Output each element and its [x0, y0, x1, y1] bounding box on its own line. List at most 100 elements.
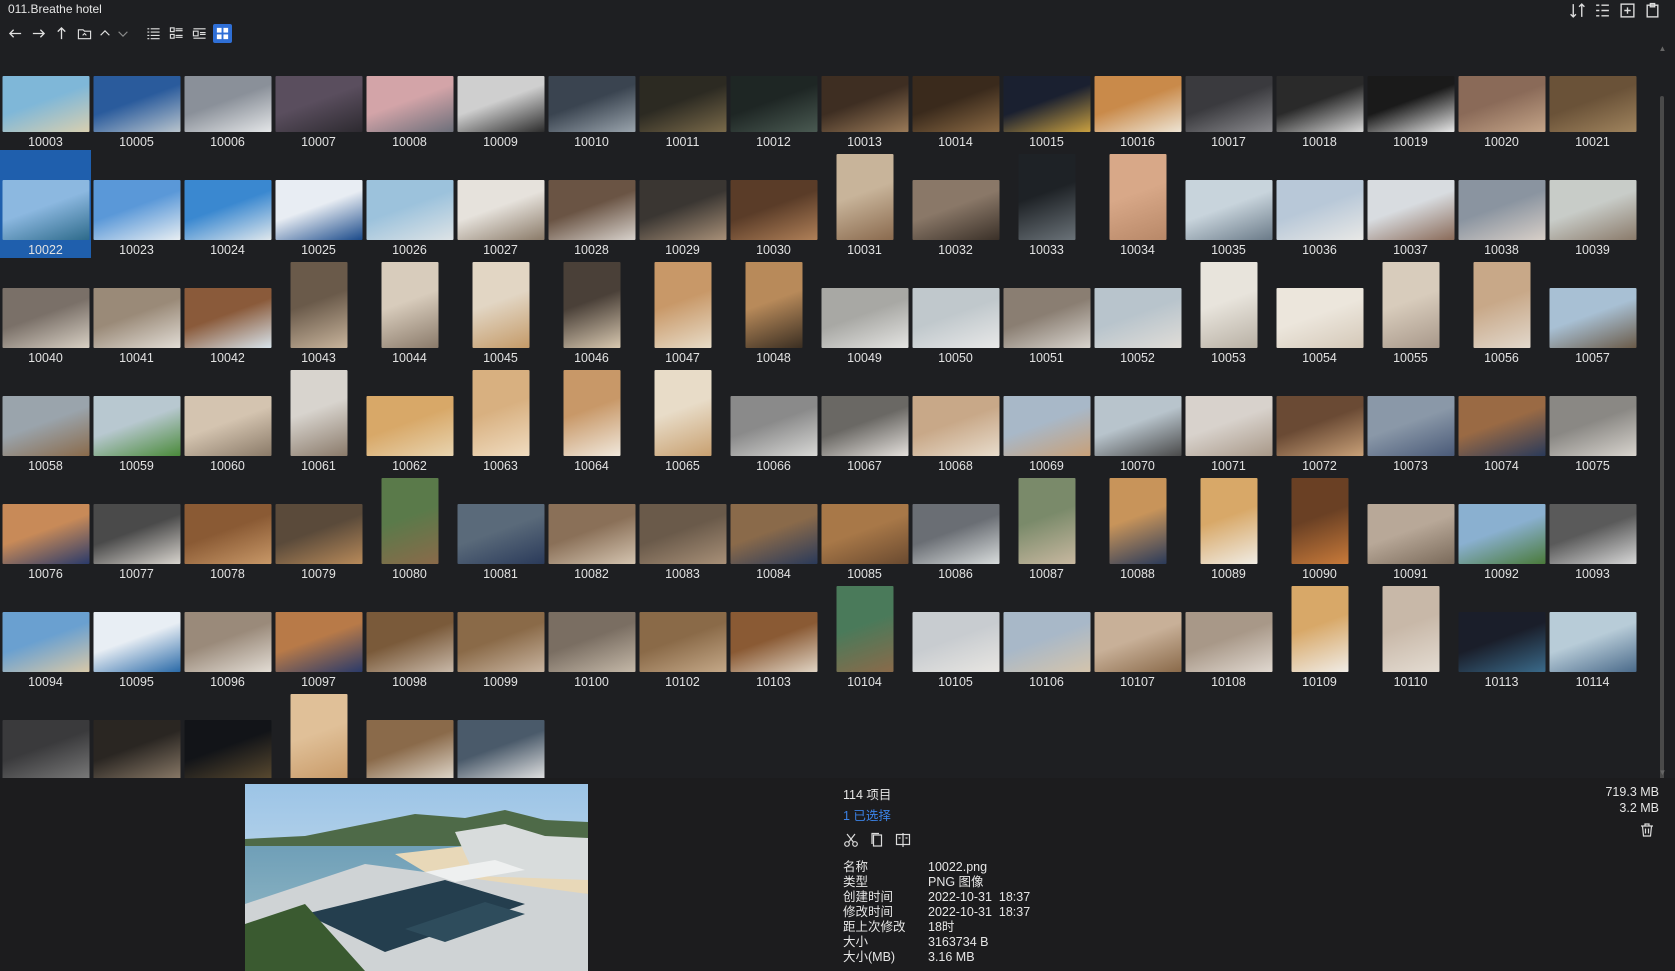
thumbnail-item[interactable]: 10042: [182, 258, 273, 366]
selected-count[interactable]: 1 已选择: [843, 805, 1243, 824]
thumbnail-item[interactable]: 10117: [182, 690, 273, 778]
thumbnail-item[interactable]: 10080: [364, 474, 455, 582]
thumbnail-item[interactable]: 10114: [1547, 582, 1638, 690]
back-button[interactable]: [6, 24, 25, 43]
thumbnail-item[interactable]: 10105: [910, 582, 1001, 690]
thumbnail-item[interactable]: 10051: [1001, 258, 1092, 366]
scrollbar-thumb[interactable]: [1660, 96, 1664, 796]
thumbnail-item[interactable]: 10110: [1365, 582, 1456, 690]
compare-icon[interactable]: [895, 832, 911, 848]
thumbnail-item[interactable]: 10022: [0, 150, 91, 258]
thumbnail-item[interactable]: 10093: [1547, 474, 1638, 582]
copy-icon[interactable]: [869, 832, 885, 848]
thumbnail-item[interactable]: 10065: [637, 366, 728, 474]
thumbnail-item[interactable]: 10011: [637, 44, 728, 150]
thumbnail-item[interactable]: 10014: [910, 44, 1001, 150]
thumbnail-item[interactable]: 10076: [0, 474, 91, 582]
vertical-scrollbar[interactable]: ▲ ▼: [1658, 44, 1667, 796]
thumbnail-item[interactable]: 10034: [1092, 150, 1183, 258]
thumbnail-item[interactable]: 10017: [1183, 44, 1274, 150]
thumbnail-item[interactable]: 10057: [1547, 258, 1638, 366]
thumbnail-item[interactable]: 10064: [546, 366, 637, 474]
thumbnail-item[interactable]: 10092: [1456, 474, 1547, 582]
tile-view-button[interactable]: [190, 24, 209, 43]
thumbnail-item[interactable]: 10027: [455, 150, 546, 258]
thumbnail-item[interactable]: 10083: [637, 474, 728, 582]
thumbnail-item[interactable]: 10045: [455, 258, 546, 366]
thumbnail-item[interactable]: 10010: [546, 44, 637, 150]
thumbnail-item[interactable]: 10091: [1365, 474, 1456, 582]
thumbnail-item[interactable]: 10066: [728, 366, 819, 474]
clipboard-icon[interactable]: [1644, 2, 1661, 19]
thumbnail-item[interactable]: 10012: [728, 44, 819, 150]
thumbnail-item[interactable]: 10032: [910, 150, 1001, 258]
thumbnail-item[interactable]: 10073: [1365, 366, 1456, 474]
thumbnail-item[interactable]: 10023: [91, 150, 182, 258]
thumbnail-item[interactable]: 10029: [637, 150, 728, 258]
thumbnail-item[interactable]: 10119: [364, 690, 455, 778]
chevron-down-button[interactable]: [116, 24, 130, 43]
thumbnail-item[interactable]: 10050: [910, 258, 1001, 366]
sort-icon[interactable]: [1569, 2, 1586, 19]
thumbnail-item[interactable]: 10040: [0, 258, 91, 366]
thumbnail-item[interactable]: 10059: [91, 366, 182, 474]
thumbnail-item[interactable]: 10046: [546, 258, 637, 366]
thumbnail-item[interactable]: 10109: [1274, 582, 1365, 690]
chevron-up-button[interactable]: [98, 24, 112, 43]
thumbnail-item[interactable]: 10108: [1183, 582, 1274, 690]
thumbnail-item[interactable]: 10013: [819, 44, 910, 150]
thumbnail-item[interactable]: 10107: [1092, 582, 1183, 690]
up-button[interactable]: [52, 24, 71, 43]
thumbnail-item[interactable]: 10008: [364, 44, 455, 150]
thumbnail-item[interactable]: 10060: [182, 366, 273, 474]
thumbnail-item[interactable]: 10039: [1547, 150, 1638, 258]
thumbnail-item[interactable]: 10033: [1001, 150, 1092, 258]
open-folder-button[interactable]: [75, 24, 94, 43]
thumbnail-item[interactable]: 10038: [1456, 150, 1547, 258]
thumbnail-item[interactable]: 10063: [455, 366, 546, 474]
thumbnail-item[interactable]: 10035: [1183, 150, 1274, 258]
thumbnail-item[interactable]: 10020: [1456, 44, 1547, 150]
thumbnail-item[interactable]: 10005: [91, 44, 182, 150]
forward-button[interactable]: [29, 24, 48, 43]
trash-icon[interactable]: [1639, 822, 1655, 838]
thumbnail-item[interactable]: 10037: [1365, 150, 1456, 258]
thumbnail-item[interactable]: 10006: [182, 44, 273, 150]
thumbnail-item[interactable]: 10036: [1274, 150, 1365, 258]
thumbnail-item[interactable]: 10106: [1001, 582, 1092, 690]
thumbnail-item[interactable]: 10088: [1092, 474, 1183, 582]
thumbnail-item[interactable]: 10044: [364, 258, 455, 366]
thumbnail-item[interactable]: 10015: [1001, 44, 1092, 150]
thumbnail-item[interactable]: 10016: [1092, 44, 1183, 150]
thumbnail-item[interactable]: 10007: [273, 44, 364, 150]
thumbnail-item[interactable]: 10097: [273, 582, 364, 690]
thumbnail-item[interactable]: 10104: [819, 582, 910, 690]
thumbnail-item[interactable]: 10052: [1092, 258, 1183, 366]
thumbnail-item[interactable]: 10067: [819, 366, 910, 474]
cut-icon[interactable]: [843, 832, 859, 848]
thumbnail-item[interactable]: 10075: [1547, 366, 1638, 474]
thumbnail-item[interactable]: 10074: [1456, 366, 1547, 474]
thumbnail-item[interactable]: 10079: [273, 474, 364, 582]
thumbnail-item[interactable]: 10102: [637, 582, 728, 690]
thumbnail-item[interactable]: 10082: [546, 474, 637, 582]
scroll-up-icon[interactable]: ▲: [1658, 44, 1667, 54]
thumbnail-item[interactable]: 10054: [1274, 258, 1365, 366]
thumbnail-item[interactable]: 10025: [273, 150, 364, 258]
thumbnail-item[interactable]: 10089: [1183, 474, 1274, 582]
thumbnail-item[interactable]: 10086: [910, 474, 1001, 582]
thumbnail-item[interactable]: 10018: [1274, 44, 1365, 150]
thumbnail-item[interactable]: 10081: [455, 474, 546, 582]
thumbnail-item[interactable]: 10055: [1365, 258, 1456, 366]
columns-icon[interactable]: [1594, 2, 1611, 19]
thumbnail-item[interactable]: 10009: [455, 44, 546, 150]
add-pane-icon[interactable]: [1619, 2, 1636, 19]
thumbnail-item[interactable]: 10031: [819, 150, 910, 258]
thumbnail-item[interactable]: 10094: [0, 582, 91, 690]
thumbnail-item[interactable]: 10085: [819, 474, 910, 582]
thumbnail-item[interactable]: 10062: [364, 366, 455, 474]
scroll-down-icon[interactable]: ▼: [1658, 768, 1667, 778]
thumbnail-item[interactable]: 10100: [546, 582, 637, 690]
thumbnail-item[interactable]: 10098: [364, 582, 455, 690]
thumbnail-item[interactable]: 10028: [546, 150, 637, 258]
